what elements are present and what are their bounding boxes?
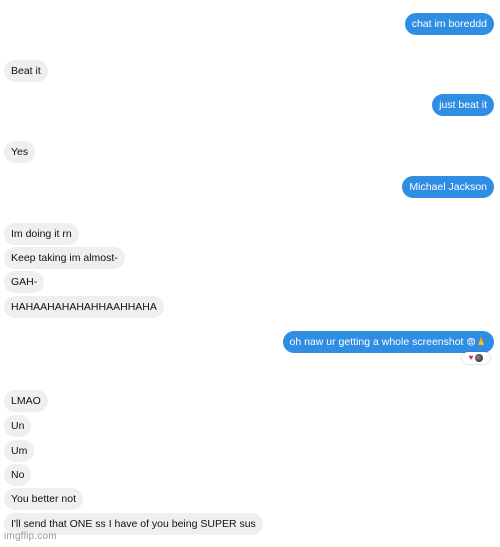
message-received-you-better-not[interactable]: You better not (4, 488, 83, 510)
message-received-un[interactable]: Un (4, 415, 32, 437)
message-received-yes[interactable]: Yes (4, 141, 36, 163)
message-sent-just-beat-it[interactable]: just beat it (432, 94, 494, 116)
message-received-um[interactable]: Um (4, 440, 35, 462)
message-text: oh naw ur getting a whole screenshot (289, 336, 464, 348)
message-sent-whole-screenshot[interactable]: oh naw ur getting a whole screenshot 😨🙏 (282, 331, 494, 353)
message-received-beat-it[interactable]: Beat it (4, 60, 48, 82)
message-sent-chat-im-boreddd[interactable]: chat im boreddd (404, 13, 494, 35)
message-reactions[interactable]: ♥ (462, 352, 490, 364)
message-received-no[interactable]: No (4, 464, 32, 486)
message-received-hahaha[interactable]: HAHAAHAHAHAHHAAHHAHA (4, 296, 164, 318)
message-received-im-doing-it-rn[interactable]: Im doing it rn (4, 223, 79, 245)
message-sent-michael-jackson[interactable]: Michael Jackson (402, 176, 494, 198)
message-received-keep-taking[interactable]: Keep taking im almost- (4, 247, 125, 269)
heart-icon: ♥ (468, 353, 474, 362)
fearful-praying-emoji: 😨🙏 (466, 338, 487, 348)
message-received-lmao[interactable]: LMAO (4, 390, 48, 412)
avatar (475, 354, 484, 362)
watermark: imgflip.com (4, 531, 57, 542)
message-received-gah[interactable]: GAH- (4, 271, 45, 293)
